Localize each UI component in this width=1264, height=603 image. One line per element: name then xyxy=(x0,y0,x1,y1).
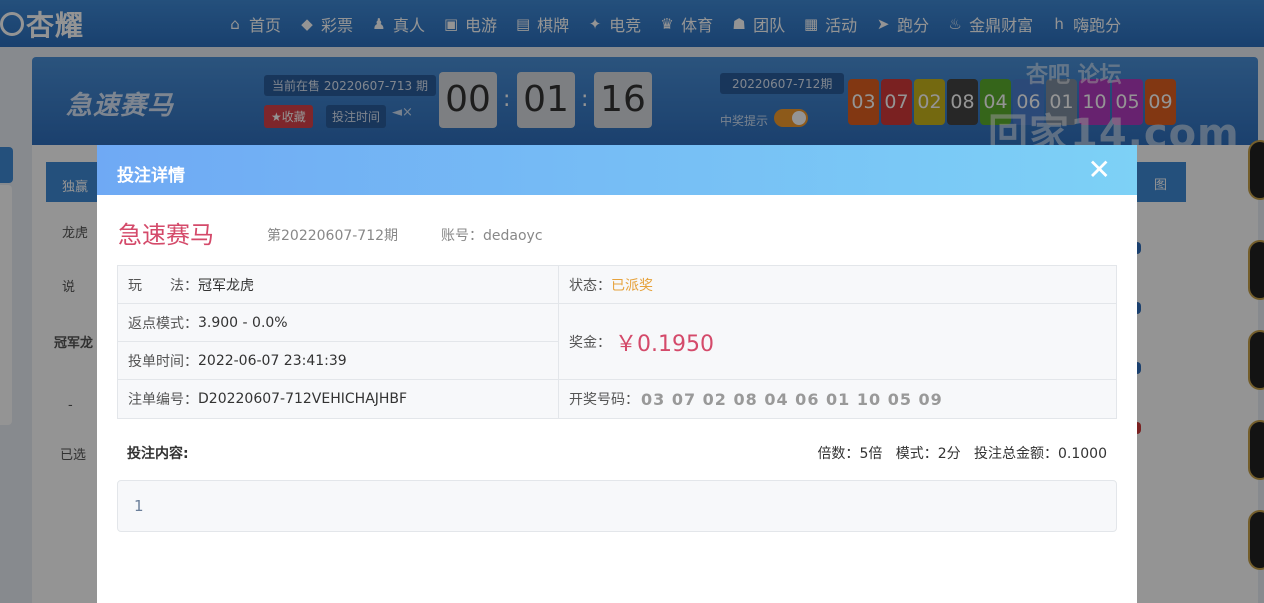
play-label: 玩 法： xyxy=(128,277,198,294)
account-value: dedaoyc xyxy=(483,228,543,244)
bet-time-label: 投单时间： xyxy=(128,353,198,370)
status-value: 已派奖 xyxy=(611,277,653,294)
account-label: 账号： xyxy=(441,228,483,244)
modal-header: 投注详情 ✕ xyxy=(97,145,1137,195)
play-row: 玩 法： 冠军龙虎 xyxy=(118,266,558,304)
game-title: 急速赛马 xyxy=(118,221,214,249)
bet-content-label: 投注内容: xyxy=(127,446,189,462)
multiplier-value: 5倍 xyxy=(859,446,883,462)
prize-label: 奖金： xyxy=(569,334,611,351)
issue-number: 第20220607-712期 xyxy=(267,228,399,244)
order-value: D20220607-712VEHICHAJHBF xyxy=(198,391,408,407)
bet-summary: 倍数：5倍 模式：2分 投注总金额：0.1000 xyxy=(817,443,1107,463)
mode-value: 2分 xyxy=(937,446,961,462)
bet-content-value: 1 xyxy=(134,497,144,515)
order-label: 注单编号： xyxy=(128,392,198,408)
draw-label: 开奖号码： xyxy=(569,392,639,408)
prize-value: ￥0.1950 xyxy=(615,331,714,357)
modal-title: 投注详情 xyxy=(117,166,185,186)
status-label: 状态： xyxy=(569,277,611,294)
rebate-value: 3.900 - 0.0% xyxy=(198,314,288,331)
rebate-label: 返点模式： xyxy=(128,315,198,332)
draw-numbers: 03 07 02 08 04 06 01 10 05 09 xyxy=(641,389,943,409)
multiplier-label: 倍数： xyxy=(817,446,860,462)
order-row: 注单编号： D20220607-712VEHICHAJHBF xyxy=(118,380,558,418)
total-label: 投注总金额： xyxy=(974,446,1058,462)
draw-row: 开奖号码： 03 07 02 08 04 06 01 10 05 09 xyxy=(558,380,1116,418)
bet-time-value: 2022-06-07 23:41:39 xyxy=(198,352,347,369)
rebate-row: 返点模式： 3.900 - 0.0% xyxy=(118,304,558,342)
page: 杏耀 ⌂ 首页 ◆ 彩票 ♟ 真人 ▣ 电游 ▤ 棋牌 ✦ 电竞 ♛ 体育 ☗ 团队 ▦ 活动 ➤ 跑分 ♨ 金鼎财富 h 嗨… xyxy=(0,0,1264,603)
bet-content-box: 1 xyxy=(117,480,1117,532)
play-value: 冠军龙虎 xyxy=(198,277,254,294)
mode-label: 模式： xyxy=(895,446,938,462)
bet-time-row: 投单时间： 2022-06-07 23:41:39 xyxy=(118,342,558,380)
prize-row: 奖金： ￥0.1950 xyxy=(558,304,1116,380)
detail-grid: 玩 法： 冠军龙虎 状态： 已派奖 返点模式： 3.900 - 0.0% 投单时间： 2… xyxy=(117,265,1117,419)
bet-detail-modal: 投注详情 ✕ 急速赛马 第20220607-712期 账号：dedaoyc 玩 … xyxy=(97,145,1137,603)
close-icon[interactable]: ✕ xyxy=(1088,155,1111,185)
status-row: 状态： 已派奖 xyxy=(558,266,1116,304)
total-value: 0.1000 xyxy=(1058,446,1107,462)
account: 账号：dedaoyc xyxy=(441,225,543,245)
